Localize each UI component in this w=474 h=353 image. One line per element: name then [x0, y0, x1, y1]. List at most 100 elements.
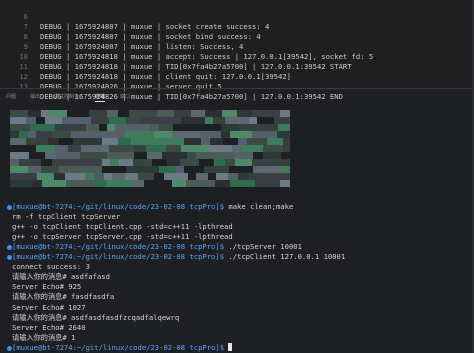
- tab-output[interactable]: 输出: [30, 93, 40, 100]
- mosaic-block: [89, 110, 107, 117]
- line-text: DEBUG | 1675924807 | muxue | socket crea…: [40, 22, 270, 31]
- code-line: 6 DEBUG | 1675924807 | muxue | socket cr…: [0, 2, 270, 31]
- panel-divider[interactable]: [0, 88, 474, 89]
- mosaic-block: [19, 159, 41, 166]
- mosaic-block: [28, 166, 41, 173]
- terminal-output-line: 请输入你的消息# asdfafasd: [4, 272, 110, 282]
- mosaic-block: [282, 166, 290, 173]
- mosaic-block: [172, 131, 200, 138]
- line-text: DEBUG | 1675924807 | muxue | listen: Suc…: [40, 42, 244, 51]
- mosaic-block: [10, 159, 19, 166]
- mosaic-block: [104, 173, 112, 180]
- tab-debug-console[interactable]: 调试控制台: [54, 93, 79, 100]
- mosaic-block: [235, 159, 252, 166]
- mosaic-block: [186, 180, 215, 187]
- mosaic-block: [98, 131, 125, 138]
- output-text: 请输入你的消息# fasdfasdfa: [12, 292, 115, 302]
- mosaic-block: [52, 131, 71, 138]
- mosaic-block: [62, 117, 91, 124]
- mosaic-block: [222, 110, 237, 117]
- mosaic-block: [201, 138, 210, 145]
- tab-terminal[interactable]: 终端: [95, 93, 106, 102]
- mosaic-block: [81, 145, 109, 152]
- mosaic-block: [263, 152, 281, 159]
- mosaic-block: [205, 117, 213, 124]
- terminal-output-line: 请输入你的消息# fasdfasdfa: [4, 292, 114, 302]
- mosaic-block: [238, 173, 248, 180]
- mosaic-block: [277, 131, 290, 138]
- mosaic-block: [10, 173, 37, 180]
- mosaic-block: [174, 110, 191, 117]
- mosaic-block: [78, 159, 102, 166]
- mosaic-block: [181, 117, 205, 124]
- mosaic-block: [205, 110, 222, 117]
- code-line: 8 DEBUG | 1675924807 | muxue | listen: S…: [0, 22, 244, 51]
- mosaic-block: [154, 131, 172, 138]
- terminal-prompt-line: [muxue@bt-7274:~/git/linux/code/23-02-08…: [4, 242, 302, 252]
- mosaic-block: [10, 124, 30, 131]
- terminal-output-line: 请输入你的消息# 1: [4, 333, 75, 343]
- line-text: DEBUG | 1675924818 | muxue | client quit…: [40, 72, 291, 81]
- tab-problems[interactable]: 问题: [6, 93, 16, 100]
- mosaic-block: [239, 124, 263, 131]
- mosaic-block: [30, 124, 55, 131]
- mosaic-block: [36, 145, 55, 152]
- mosaic-block: [159, 124, 173, 131]
- line-text: DEBUG | 1675924818 | muxue | accept: Suc…: [40, 52, 374, 61]
- mosaic-block: [162, 152, 187, 159]
- mosaic-block: [32, 180, 42, 187]
- mosaic-block: [41, 166, 59, 173]
- mosaic-block: [230, 180, 255, 187]
- mosaic-block: [56, 152, 80, 159]
- mosaic-block: [191, 110, 205, 117]
- mosaic-block: [209, 145, 232, 152]
- mosaic-block: [268, 173, 290, 180]
- editor-pane[interactable]: 6 DEBUG | 1675924807 | muxue | socket cr…: [0, 0, 474, 101]
- blurred-region: [10, 110, 290, 190]
- mosaic-block: [10, 117, 26, 124]
- mosaic-block: [196, 173, 208, 180]
- mosaic-block: [10, 138, 26, 145]
- mosaic-block: [252, 131, 277, 138]
- mosaic-block: [274, 117, 290, 124]
- mosaic-block: [225, 117, 249, 124]
- command-text: ./tcpClient 127.0.0.1 10001: [224, 252, 346, 262]
- mosaic-block: [10, 131, 19, 138]
- terminal-prompt-line: [muxue@bt-7274:~/git/linux/code/23-02-08…: [4, 202, 293, 212]
- mosaic-block: [253, 166, 282, 173]
- mosaic-block: [176, 166, 184, 173]
- command-text: make clean;make: [224, 202, 294, 211]
- mosaic-block: [109, 145, 134, 152]
- mosaic-block: [10, 166, 28, 173]
- mosaic-block: [280, 110, 290, 117]
- mosaic-block: [45, 117, 62, 124]
- mosaic-block: [55, 124, 63, 131]
- mosaic-block: [214, 152, 233, 159]
- tab-ports[interactable]: 端口: [120, 93, 130, 100]
- code-line: 10 DEBUG | 1675924818 | muxue | TID[0x7f…: [0, 42, 351, 71]
- mosaic-block: [158, 138, 184, 145]
- command-text: ./tcpServer 10001: [224, 242, 302, 252]
- mosaic-block: [10, 180, 32, 187]
- terminal-output-line: connect success: 3: [4, 262, 90, 272]
- mosaic-block: [59, 166, 77, 173]
- command-marker-icon[interactable]: [7, 345, 12, 351]
- mosaic-block: [118, 138, 131, 145]
- mosaic-block: [95, 173, 104, 180]
- mosaic-block: [36, 131, 52, 138]
- output-text: 请输入你的消息# asdfasdfasdfzcqadfalqewrq: [12, 312, 180, 322]
- output-text: connect success: 3: [12, 262, 90, 272]
- mosaic-block: [152, 117, 181, 124]
- terminal-cursor: [228, 342, 233, 351]
- mosaic-block: [80, 152, 107, 159]
- code-line: 7 DEBUG | 1675924807 | muxue | socket bi…: [0, 12, 261, 41]
- mosaic-block: [164, 173, 188, 180]
- mosaic-block: [28, 131, 36, 138]
- terminal-output-line: Server Echo# 2640: [4, 323, 86, 333]
- mosaic-block: [45, 152, 56, 159]
- mosaic-block: [107, 124, 115, 131]
- mosaic-block: [181, 145, 209, 152]
- mosaic-block: [48, 138, 59, 145]
- command-marker-icon[interactable]: [7, 205, 12, 210]
- mosaic-block: [19, 131, 28, 138]
